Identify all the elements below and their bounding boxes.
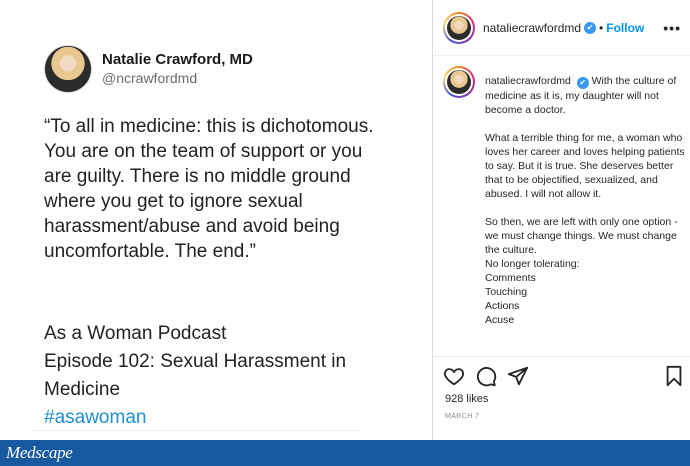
caption-story-ring[interactable]	[443, 66, 475, 98]
medscape-logo: Medscape	[6, 443, 73, 462]
header-username[interactable]: nataliecrawfordmd	[483, 21, 581, 35]
caption-paragraph-3: So then, we are left with only one optio…	[485, 216, 678, 256]
caption-text: nataliecrawfordmd ✔ With the culture of …	[485, 74, 685, 327]
header-avatar	[447, 15, 471, 40]
separator-dot: •	[599, 20, 604, 35]
post-date: MARCH 7	[445, 413, 480, 420]
caption-list-item: Acuse	[485, 314, 515, 326]
quote-text: “To all in medicine: this is dichotomous…	[44, 116, 374, 262]
footer-bar: Medscape	[0, 440, 690, 466]
caption-list-item: Touching	[485, 286, 528, 298]
post-header: nataliecrawfordmd ✔ • Follow •••	[433, 0, 690, 56]
author-avatar	[44, 45, 92, 93]
instagram-post-panel: nataliecrawfordmd ✔ • Follow ••• natalie…	[432, 0, 690, 440]
author-text: Natalie Crawford, MD @ncrawfordmd	[102, 50, 253, 88]
caption-list-item: Comments	[485, 272, 536, 284]
bookmark-icon[interactable]	[663, 365, 685, 387]
caption-username[interactable]: nataliecrawfordmd	[485, 75, 571, 87]
story-ring[interactable]	[443, 11, 475, 44]
author-name: Natalie Crawford, MD	[102, 51, 253, 68]
quote-card: Natalie Crawford, MD @ncrawfordmd “To al…	[0, 0, 432, 440]
likes-count[interactable]: 928 likes	[445, 393, 488, 405]
author-handle: @ncrawfordmd	[102, 70, 198, 86]
caption-list-item: Actions	[485, 300, 520, 312]
podcast-title: As a Woman Podcast	[44, 323, 227, 344]
card-divider	[30, 430, 360, 431]
verified-badge-icon: ✔	[584, 21, 597, 34]
post-actions: 928 likes MARCH 7	[433, 356, 690, 440]
caption-paragraph-2: What a terrible thing for me, a woman wh…	[485, 132, 685, 200]
podcast-episode: Episode 102: Sexual Harassment in Medici…	[44, 351, 347, 400]
share-icon[interactable]	[507, 365, 529, 387]
podcast-info: As a Woman Podcast Episode 102: Sexual H…	[44, 320, 404, 432]
caption-area[interactable]: nataliecrawfordmd ✔ With the culture of …	[433, 66, 690, 356]
caption-avatar	[447, 70, 471, 94]
heart-icon[interactable]	[443, 365, 465, 387]
caption-list-intro: No longer tolerating:	[485, 258, 580, 270]
comment-icon[interactable]	[475, 365, 497, 387]
caption-verified-icon: ✔	[576, 77, 589, 89]
more-options-icon[interactable]: •••	[663, 20, 681, 36]
hashtag-link[interactable]: #asawoman	[44, 404, 404, 432]
author-block: Natalie Crawford, MD @ncrawfordmd	[44, 45, 253, 93]
follow-button[interactable]: Follow	[606, 21, 644, 35]
